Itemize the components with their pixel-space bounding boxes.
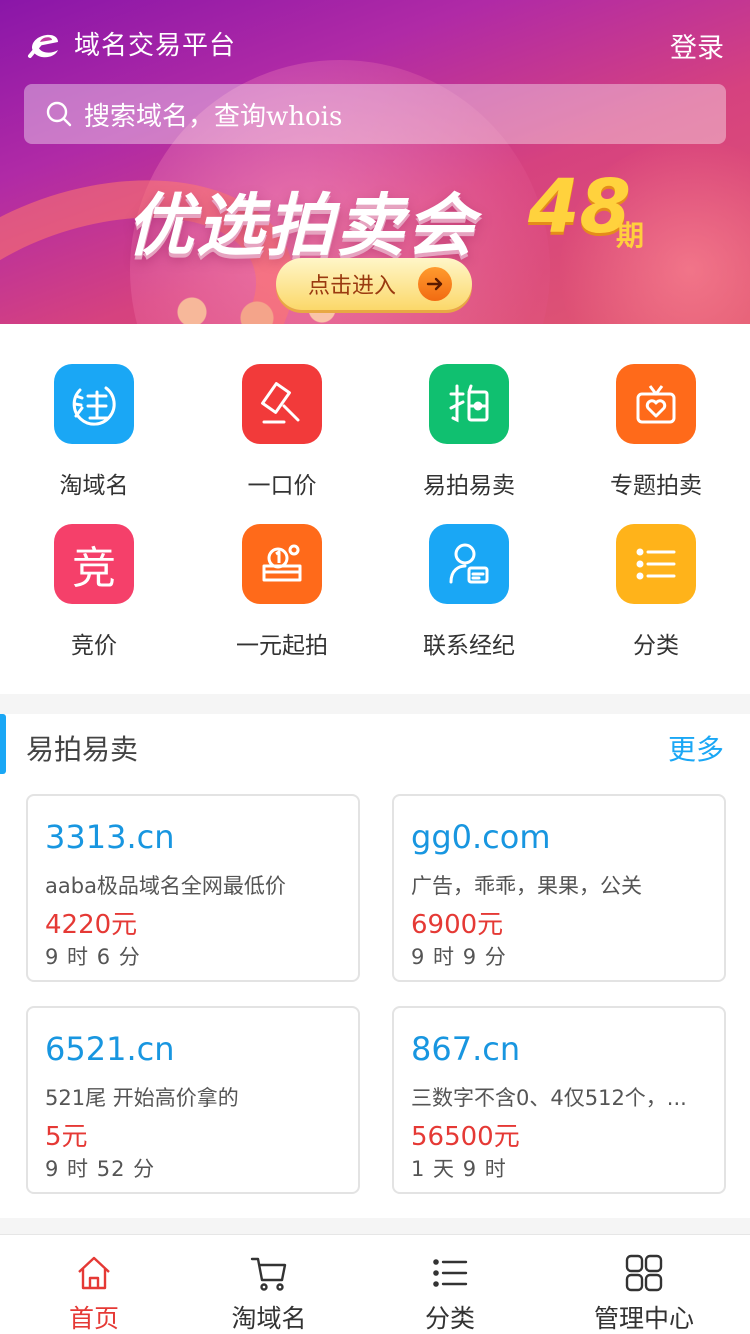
gavel-icon: [242, 364, 322, 444]
easy-auction-section: 易拍易卖 更多 3313.cn aaba极品域名全网最低价 4220元 9 时 …: [0, 714, 750, 1218]
enter-button-label: 点击进入: [308, 274, 397, 299]
search-input[interactable]: 搜索域名，查询whois: [24, 84, 726, 144]
menu-item-label: 竞价: [71, 633, 117, 659]
menu-item-category[interactable]: 分类: [562, 524, 750, 660]
grid-icon: [625, 1254, 663, 1292]
banner-title: 优选拍卖会: [126, 187, 477, 266]
domain-card[interactable]: 3313.cn aaba极品域名全网最低价 4220元 9 时 6 分: [26, 794, 360, 982]
promo-banner[interactable]: 域名交易平台 登录 搜索域名，查询whois 优选拍卖会 48 期 点击进入: [0, 0, 750, 324]
tab-category[interactable]: 分类: [356, 1235, 544, 1334]
home-icon: [78, 1256, 110, 1290]
feature-menu: 淘域名 一口价 易拍易卖 专题拍卖 竞 竞价 一元起拍 联系经纪 分类: [0, 324, 750, 694]
search-placeholder: 搜索域名，查询whois: [84, 101, 343, 132]
domain-description: aaba极品域名全网最低价: [45, 874, 286, 898]
list-icon: [433, 1259, 468, 1287]
menu-item-label: 一元起拍: [236, 633, 328, 659]
domain-price: 6900元: [411, 910, 504, 940]
gift-box-icon: [616, 364, 696, 444]
section-title: 易拍易卖: [26, 733, 139, 766]
cart-icon: [250, 1257, 287, 1291]
tab-label: 管理中心: [593, 1304, 694, 1333]
time-remaining: 9 时 6 分: [45, 945, 141, 969]
menu-item-bidding[interactable]: 竞 竞价: [0, 524, 188, 660]
domain-name: gg0.com: [411, 818, 551, 856]
menu-item-one-yuan[interactable]: 一元起拍: [188, 524, 376, 660]
list-icon: [616, 524, 696, 604]
tab-label: 首页: [68, 1304, 119, 1333]
more-link[interactable]: 更多: [668, 728, 724, 768]
menu-item-easy-auction[interactable]: 易拍易卖: [375, 364, 563, 500]
time-remaining: 1 天 9 时: [411, 1157, 507, 1181]
bottom-tab-bar: 首页 淘域名 分类 管理中心: [0, 1234, 750, 1334]
domain-price: 4220元: [45, 910, 138, 940]
domain-name: 3313.cn: [45, 818, 175, 856]
jing-icon: 竞: [54, 524, 134, 604]
menu-item-fixed-price[interactable]: 一口价: [188, 364, 376, 500]
domain-name: 867.cn: [411, 1030, 521, 1068]
domain-card[interactable]: 867.cn 三数字不含0、4仅512个，... 56500元 1 天 9 时: [392, 1006, 726, 1194]
menu-item-label: 淘域名: [59, 473, 129, 499]
section-accent-bar: [0, 714, 6, 774]
tab-tao-domain[interactable]: 淘域名: [175, 1235, 363, 1334]
domain-price: 56500元: [411, 1122, 520, 1152]
domain-price: 5元: [45, 1122, 88, 1152]
pai-icon: [429, 364, 509, 444]
domain-description: 广告，乖乖，果果，公关: [411, 874, 642, 898]
menu-item-special-auction[interactable]: 专题拍卖: [562, 364, 750, 500]
domain-name: 6521.cn: [45, 1030, 175, 1068]
menu-item-label: 联系经纪: [423, 633, 515, 659]
jing-glyph: 竞: [72, 543, 116, 594]
domain-description: 521尾 开始高价拿的: [45, 1086, 239, 1110]
domain-card[interactable]: gg0.com 广告，乖乖，果果，公关 6900元 9 时 9 分: [392, 794, 726, 982]
enter-button[interactable]: 点击进入: [276, 258, 472, 310]
menu-item-contact-agent[interactable]: 联系经纪: [375, 524, 563, 660]
tab-management[interactable]: 管理中心: [550, 1235, 738, 1334]
banner-issue-unit: 期: [616, 219, 645, 252]
time-remaining: 9 时 9 分: [411, 945, 507, 969]
tab-home[interactable]: 首页: [0, 1235, 188, 1334]
menu-item-tao-domain[interactable]: 淘域名: [0, 364, 188, 500]
agent-icon: [429, 524, 509, 604]
app-title: 域名交易平台: [74, 30, 237, 61]
menu-item-label: 专题拍卖: [610, 473, 702, 499]
arrow-right-icon: [418, 267, 452, 301]
tab-label: 分类: [424, 1304, 475, 1333]
logo-icon: [28, 34, 58, 58]
coin-icon: [242, 524, 322, 604]
domain-description: 三数字不含0、4仅512个，...: [411, 1086, 687, 1110]
menu-item-label: 易拍易卖: [423, 473, 515, 499]
time-remaining: 9 时 52 分: [45, 1157, 156, 1181]
domain-card[interactable]: 6521.cn 521尾 开始高价拿的 5元 9 时 52 分: [26, 1006, 360, 1194]
login-button[interactable]: 登录: [670, 26, 724, 65]
tab-label: 淘域名: [231, 1304, 307, 1333]
app-logo: 域名交易平台: [24, 22, 236, 64]
search-icon: [46, 101, 72, 127]
menu-item-label: 一口价: [247, 473, 317, 499]
menu-item-label: 分类: [633, 633, 679, 659]
tao-icon: [54, 364, 134, 444]
